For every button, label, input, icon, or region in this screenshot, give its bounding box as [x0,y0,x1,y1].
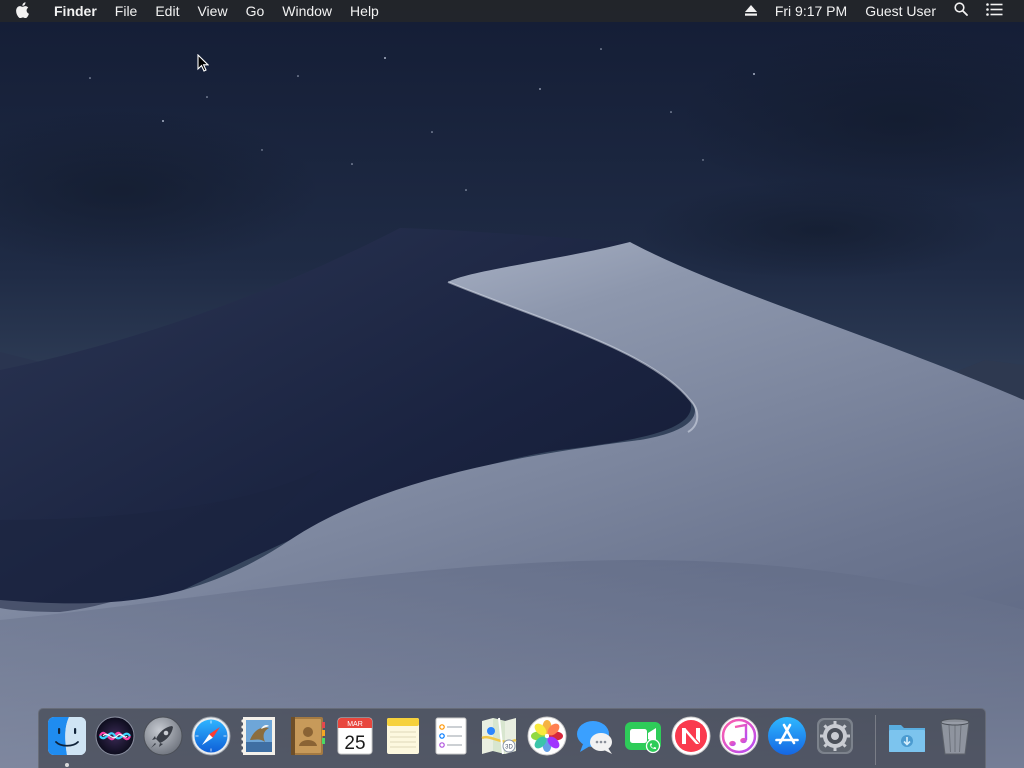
notes-icon [387,718,419,754]
menu-app-finder[interactable]: Finder [44,0,106,22]
dock-app-calendar[interactable]: MAR 25 [335,716,375,756]
dock-app-app-store[interactable] [767,716,807,756]
dock-app-contacts[interactable] [287,716,327,756]
menu-help[interactable]: Help [341,0,388,22]
map-icon: 3D [481,717,517,755]
news-icon [671,716,711,756]
video-camera-icon [625,722,661,754]
music-note-icon [719,716,759,756]
menu-file[interactable]: File [106,0,147,22]
user-switcher[interactable]: Guest User [856,0,945,22]
dock-app-maps[interactable]: 3D [479,716,519,756]
dock-app-safari[interactable] [191,716,231,756]
desktop-wallpaper [0,0,1024,768]
spotlight-button[interactable] [945,0,977,22]
mail-stamp-icon [241,717,275,755]
eject-icon [744,0,757,22]
calendar-month: MAR [347,721,363,728]
menu-edit[interactable]: Edit [146,0,188,22]
menu-bar: Finder File Edit View Go Window Help Fri… [0,0,1024,22]
dock-app-siri[interactable] [95,716,135,756]
downloads-folder-icon [889,725,925,752]
dock-item-trash[interactable] [935,716,975,756]
dock-app-news[interactable] [671,716,711,756]
dock-app-itunes[interactable] [719,716,759,756]
clock[interactable]: Fri 9:17 PM [766,0,856,22]
contacts-book-icon [291,717,325,755]
calendar-day: 25 [344,733,365,754]
dock-item-downloads[interactable] [887,716,927,756]
dock-app-mail[interactable] [239,716,279,756]
running-indicator [65,763,69,767]
dock: MAR 25 3D [38,708,986,768]
svg-text:3D: 3D [505,745,513,751]
eject-menu-button[interactable] [736,0,766,22]
rocket-icon [143,716,183,756]
reminders-list-icon [435,717,467,755]
dock-app-messages[interactable] [575,716,615,756]
dock-app-finder[interactable] [47,716,87,767]
dock-app-notes[interactable] [383,716,423,756]
dock-app-launchpad[interactable] [143,716,183,756]
dock-app-facetime[interactable] [623,716,663,756]
dock-separator [875,715,876,765]
dock-app-photos[interactable] [527,716,567,756]
compass-icon [191,716,231,756]
gear-icon [817,718,853,754]
dock-app-reminders[interactable] [431,716,471,756]
desktop[interactable]: Finder File Edit View Go Window Help Fri… [0,0,1024,768]
list-icon [986,0,1003,22]
siri-icon [95,716,135,756]
notification-center-button[interactable] [977,0,1012,22]
apple-menu-button[interactable] [0,0,44,22]
calendar-icon: MAR 25 [337,717,373,755]
trash-icon [940,718,970,755]
search-icon [954,0,968,22]
dock-app-system-preferences[interactable] [815,716,855,756]
menu-go[interactable]: Go [237,0,274,22]
finder-icon [48,717,86,755]
menu-view[interactable]: View [188,0,236,22]
apple-icon [15,1,29,21]
app-store-icon [768,717,806,755]
menu-window[interactable]: Window [273,0,341,22]
photos-flower-icon [527,716,567,756]
mouse-cursor-icon [197,54,209,72]
speech-bubble-icon [577,721,612,754]
